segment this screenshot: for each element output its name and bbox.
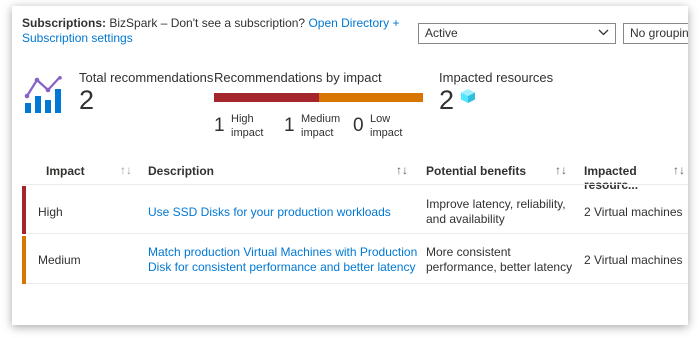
impact-accent-high bbox=[22, 186, 26, 234]
column-header-benefits[interactable]: Potential benefits bbox=[426, 164, 526, 178]
medium-impact-count: 1 bbox=[284, 115, 295, 136]
impacted-resources-value: 2 bbox=[439, 85, 455, 115]
low-impact-count: 0 bbox=[353, 115, 364, 136]
row-description-link[interactable]: Use SSD Disks for your production worklo… bbox=[148, 205, 408, 220]
subscription-text: BizSpark – Don't see a subscription? bbox=[109, 16, 306, 30]
high-impact-count: 1 bbox=[214, 115, 225, 136]
by-impact-label: Recommendations by impact bbox=[214, 70, 382, 85]
sort-icon[interactable]: ↑↓ bbox=[120, 163, 132, 177]
column-header-impact[interactable]: Impact bbox=[46, 164, 85, 178]
low-impact-label: Low impact bbox=[370, 113, 403, 139]
medium-impact-label: Medium impact bbox=[301, 113, 341, 139]
impacted-resources-label: Impacted resources bbox=[439, 70, 554, 85]
total-recommendations-label: Total recommendations bbox=[79, 70, 214, 85]
chart-icon bbox=[24, 76, 62, 113]
row-benefits: Improve latency, reliability, and availa… bbox=[426, 197, 566, 226]
cube-icon bbox=[461, 89, 475, 103]
chevron-down-icon bbox=[598, 29, 609, 36]
subscriptions-label: Subscriptions: bbox=[22, 16, 107, 30]
impact-accent-medium bbox=[22, 236, 26, 284]
status-dropdown[interactable]: Active bbox=[418, 23, 616, 44]
row-description-link[interactable]: Match production Virtual Machines with P… bbox=[148, 245, 420, 275]
sort-icon[interactable]: ↑↓ bbox=[555, 163, 567, 177]
sort-icon[interactable]: ↑↓ bbox=[673, 163, 685, 177]
sort-icon[interactable]: ↑↓ bbox=[396, 163, 408, 177]
status-dropdown-value: Active bbox=[425, 26, 458, 40]
row-resources: 2 Virtual machines bbox=[584, 253, 683, 267]
row-impact: High bbox=[38, 205, 63, 219]
row-impact: Medium bbox=[38, 253, 81, 267]
table-row[interactable]: High Use SSD Disks for your production w… bbox=[22, 186, 688, 234]
advisor-panel: Subscriptions: BizSpark – Don't see a su… bbox=[12, 6, 688, 325]
header-divider bbox=[22, 184, 688, 185]
subscription-filter-text: Subscriptions: BizSpark – Don't see a su… bbox=[22, 16, 422, 46]
column-header-description[interactable]: Description bbox=[148, 164, 214, 178]
impact-bar bbox=[214, 93, 423, 102]
total-recommendations-value: 2 bbox=[79, 85, 95, 115]
table-row[interactable]: Medium Match production Virtual Machines… bbox=[22, 236, 688, 284]
row-benefits: More consistent performance, better late… bbox=[426, 245, 573, 274]
row-resources: 2 Virtual machines bbox=[584, 205, 683, 219]
grouping-dropdown[interactable]: No grouping bbox=[623, 23, 688, 44]
grouping-dropdown-value: No grouping bbox=[630, 26, 688, 40]
high-impact-label: High impact bbox=[231, 113, 264, 139]
impact-bar-high bbox=[214, 93, 319, 102]
impact-bar-medium bbox=[319, 93, 423, 102]
